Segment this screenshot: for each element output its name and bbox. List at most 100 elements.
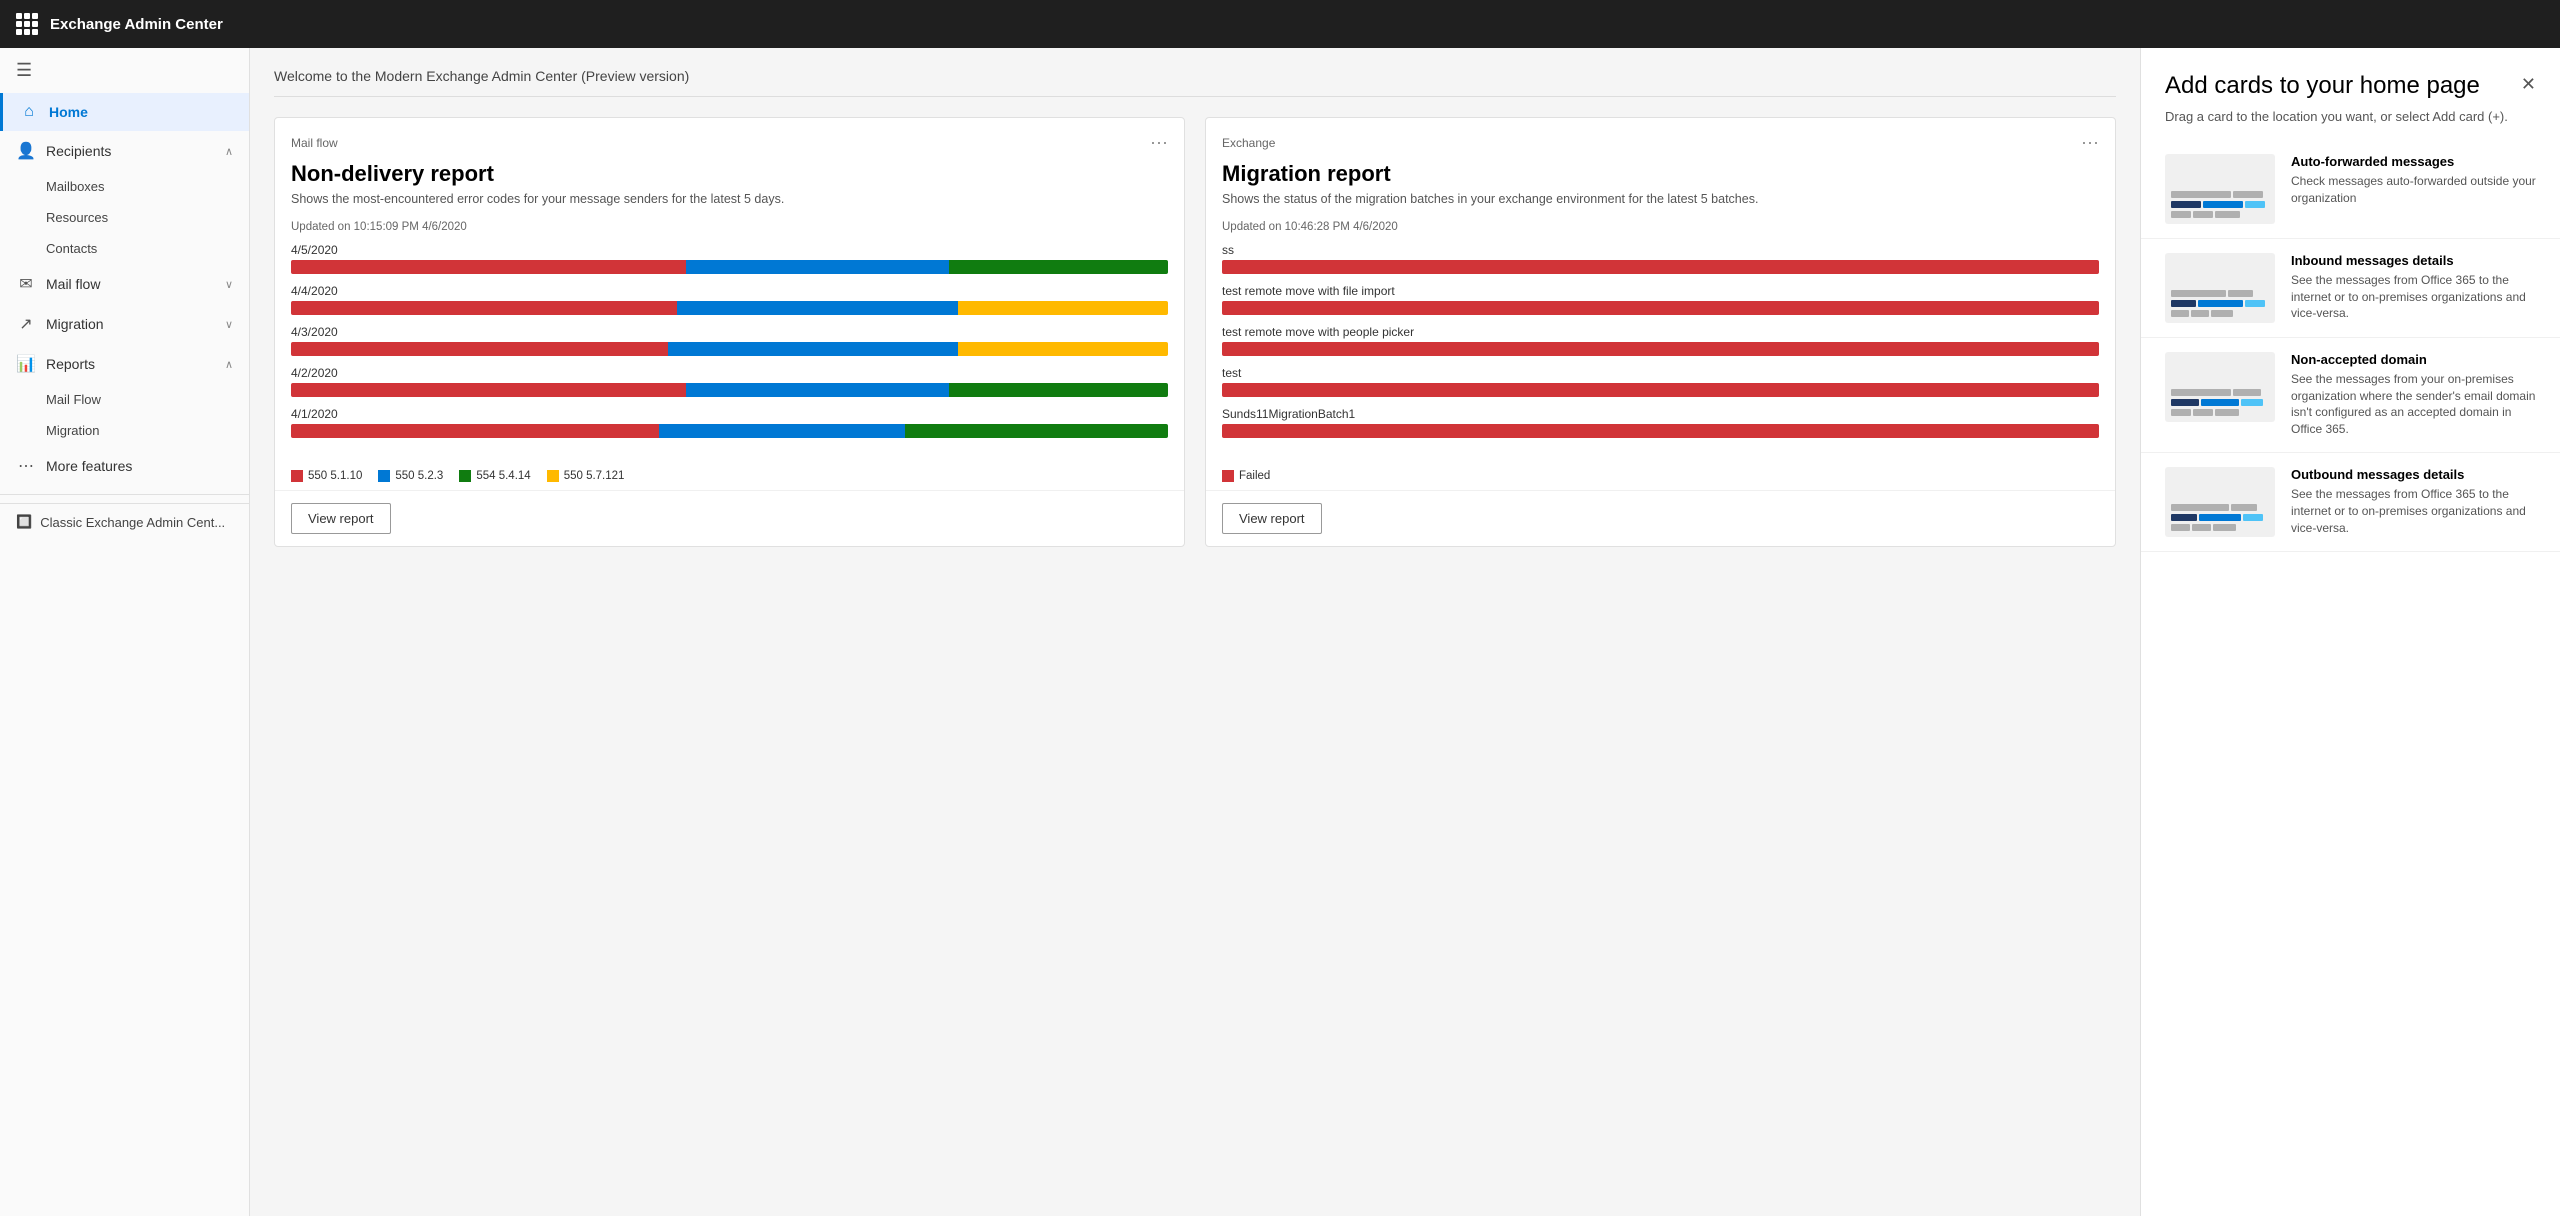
sidebar-item-mailflow-label: Mail flow: [46, 276, 100, 292]
bar-track: [291, 383, 1168, 397]
view-report-button[interactable]: View report: [291, 503, 391, 534]
bar-track: [1222, 424, 2099, 438]
sidebar-item-home[interactable]: ⌂ Home: [0, 93, 249, 131]
thumb-bar-row: [2171, 310, 2269, 317]
panel-card-desc: See the messages from your on-premises o…: [2291, 371, 2536, 438]
thumb-bar: [2192, 524, 2211, 531]
card-source: Exchange: [1222, 136, 1275, 150]
panel-card-info: Non-accepted domain See the messages fro…: [2291, 352, 2536, 438]
panel-card-info: Auto-forwarded messages Check messages a…: [2291, 154, 2536, 207]
legend-item: 550 5.2.3: [378, 470, 443, 482]
thumb-bar: [2199, 514, 2241, 521]
thumb-bar: [2171, 300, 2196, 307]
panel-card-title: Inbound messages details: [2291, 253, 2536, 268]
card-menu-button[interactable]: ···: [2081, 132, 2099, 153]
thumb-bar-row: [2171, 290, 2269, 297]
bar-segment: [1222, 383, 2099, 397]
thumb-bar: [2193, 211, 2213, 218]
thumb-bar-row: [2171, 201, 2269, 208]
thumb-bar: [2243, 514, 2263, 521]
bar-track: [1222, 301, 2099, 315]
more-features-icon: ⋯: [16, 456, 36, 476]
bar-row: 4/3/2020: [291, 325, 1168, 356]
bar-row: Sunds11MigrationBatch1: [1222, 407, 2099, 438]
panel-card-desc: Check messages auto-forwarded outside yo…: [2291, 173, 2536, 207]
bar-label: test: [1222, 366, 2099, 380]
bar-row: 4/2/2020: [291, 366, 1168, 397]
card-migration: Exchange ··· Migration report Shows the …: [1205, 117, 2116, 547]
sidebar-sub-contacts[interactable]: Contacts: [0, 233, 249, 264]
card-menu-button[interactable]: ···: [1150, 132, 1168, 153]
legend-color-box: [547, 470, 559, 482]
panel-card-thumbnail: [2165, 467, 2275, 537]
card-updated: Updated on 10:15:09 PM 4/6/2020: [275, 217, 1184, 243]
card-mail-flow: Mail flow ··· Non-delivery report Shows …: [274, 117, 1185, 547]
sidebar-sub-migration-report[interactable]: Migration: [0, 415, 249, 446]
bar-segment: [291, 342, 668, 356]
bar-label: test remote move with people picker: [1222, 325, 2099, 339]
thumb-bar: [2171, 389, 2231, 396]
bar-segment: [659, 424, 905, 438]
sidebar-item-reports-label: Reports: [46, 356, 95, 372]
bar-segment: [1222, 301, 2099, 315]
recipients-icon: 👤: [16, 141, 36, 161]
thumb-bar: [2233, 389, 2261, 396]
sidebar-classic-link[interactable]: 🔲 Classic Exchange Admin Cent...: [0, 503, 249, 540]
sidebar-item-more-features[interactable]: ⋯ More features: [0, 446, 249, 486]
thumb-bar: [2171, 514, 2197, 521]
thumb-bar: [2171, 504, 2229, 511]
thumb-bar-row: [2171, 409, 2269, 416]
bar-row: test remote move with file import: [1222, 284, 2099, 315]
bar-label: 4/2/2020: [291, 366, 1168, 380]
migration-sub-label: Migration: [46, 423, 99, 438]
sidebar-item-reports[interactable]: 📊 Reports ∧: [0, 344, 249, 384]
thumb-bar: [2171, 290, 2226, 297]
recipients-chevron: ∧: [225, 145, 233, 158]
bar-segment: [291, 424, 659, 438]
bar-track: [291, 260, 1168, 274]
legend-item: 554 5.4.14: [459, 470, 530, 482]
thumb-bar: [2228, 290, 2253, 297]
sidebar-sub-mailboxes[interactable]: Mailboxes: [0, 171, 249, 202]
panel-card-non-accepted[interactable]: Non-accepted domain See the messages fro…: [2141, 338, 2560, 453]
card-desc: Shows the status of the migration batche…: [1206, 191, 2115, 217]
classic-icon: 🔲: [16, 514, 32, 530]
classic-label: Classic Exchange Admin Cent...: [40, 515, 225, 530]
bar-segment: [291, 260, 686, 274]
right-panel-subtitle: Drag a card to the location you want, or…: [2141, 109, 2560, 140]
app-grid-icon[interactable]: [16, 13, 38, 35]
bar-track: [291, 301, 1168, 315]
sidebar-item-mailflow[interactable]: ✉ Mail flow ∨: [0, 264, 249, 304]
bar-track: [1222, 383, 2099, 397]
panel-card-auto-forwarded[interactable]: Auto-forwarded messages Check messages a…: [2141, 140, 2560, 239]
bar-segment: [958, 301, 1168, 315]
bar-row: test remote move with people picker: [1222, 325, 2099, 356]
thumb-bar: [2201, 399, 2239, 406]
thumb-bar: [2171, 211, 2191, 218]
sidebar-divider: [0, 494, 249, 495]
thumb-bar: [2171, 191, 2231, 198]
mailflow-icon: ✉: [16, 274, 36, 294]
sidebar-item-migration[interactable]: ↗ Migration ∨: [0, 304, 249, 344]
contacts-label: Contacts: [46, 241, 97, 256]
sidebar-item-recipients-label: Recipients: [46, 143, 111, 159]
thumb-bar: [2213, 524, 2236, 531]
sidebar-sub-resources[interactable]: Resources: [0, 202, 249, 233]
bar-segment: [905, 424, 1168, 438]
right-panel-header: Add cards to your home page ✕: [2141, 48, 2560, 109]
sidebar-sub-mailflow-report[interactable]: Mail Flow: [0, 384, 249, 415]
thumb-bar: [2245, 201, 2265, 208]
hamburger-button[interactable]: ☰: [0, 48, 249, 93]
bar-label: 4/1/2020: [291, 407, 1168, 421]
view-report-button[interactable]: View report: [1222, 503, 1322, 534]
panel-card-inbound-messages[interactable]: Inbound messages details See the message…: [2141, 239, 2560, 338]
sidebar-item-recipients[interactable]: 👤 Recipients ∧: [0, 131, 249, 171]
bar-row: test: [1222, 366, 2099, 397]
close-panel-button[interactable]: ✕: [2521, 74, 2536, 95]
bar-label: 4/4/2020: [291, 284, 1168, 298]
bar-segment: [677, 301, 958, 315]
thumb-bar: [2215, 409, 2239, 416]
panel-card-outbound-messages[interactable]: Outbound messages details See the messag…: [2141, 453, 2560, 552]
panel-cards-list: Auto-forwarded messages Check messages a…: [2141, 140, 2560, 552]
thumb-bar: [2198, 300, 2243, 307]
